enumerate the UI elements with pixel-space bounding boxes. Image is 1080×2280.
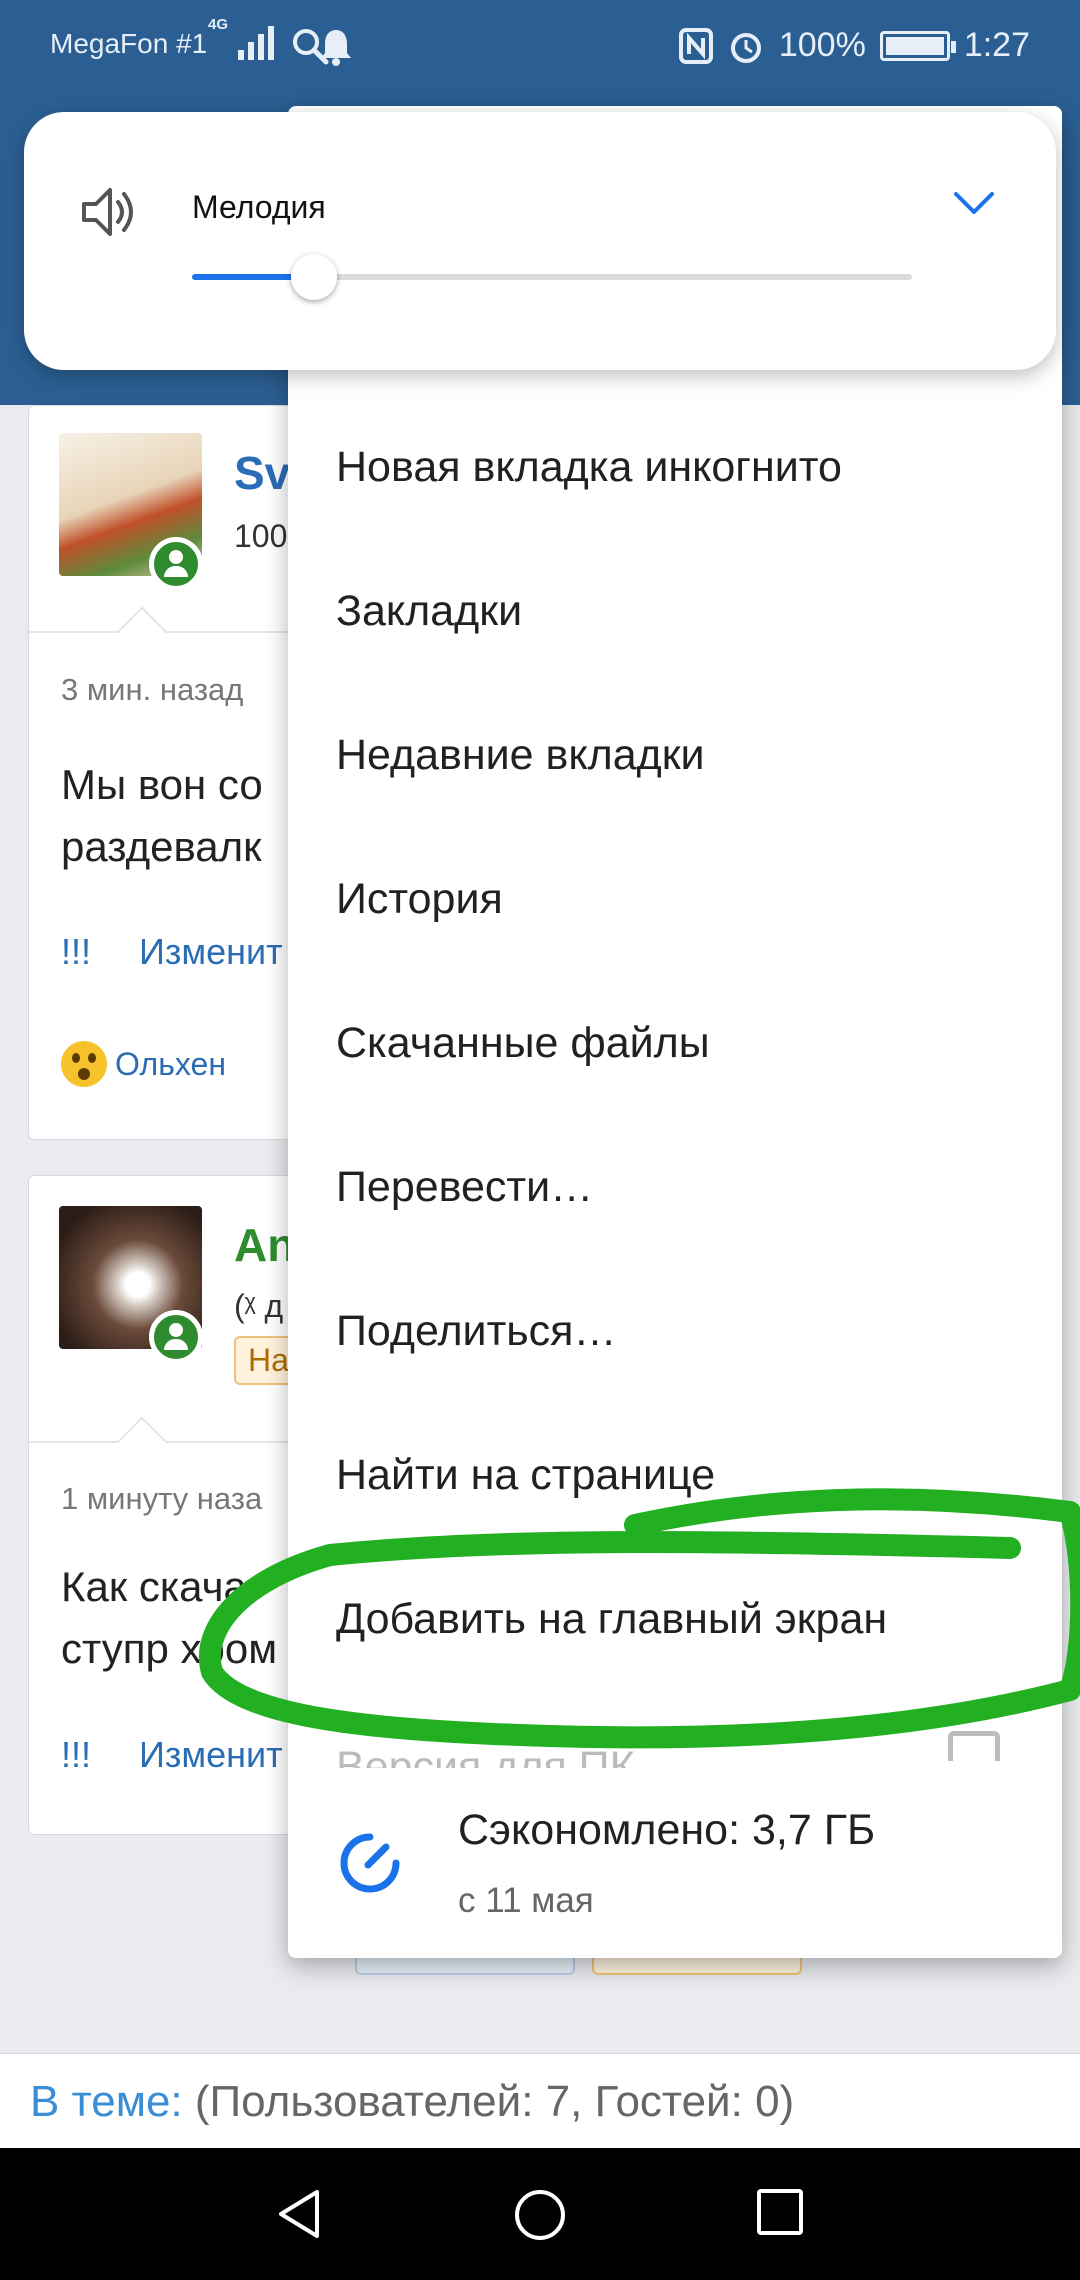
edit-link[interactable]: Изменит <box>139 931 283 972</box>
online-status-icon <box>149 1310 203 1364</box>
liker-name[interactable]: Ольхен <box>115 1046 226 1083</box>
status-bar: MegaFon #1 4G 100% 1:27 <box>0 0 1080 92</box>
nfc-icon <box>678 27 713 64</box>
data-saved-amount[interactable]: Сэкономлено: 3,7 ГБ <box>458 1806 875 1855</box>
notification-bell-icon <box>321 30 351 66</box>
home-button[interactable] <box>513 2188 567 2242</box>
battery-icon <box>879 30 956 61</box>
menu-item-share[interactable]: Поделиться… <box>336 1307 616 1356</box>
volume-slider[interactable] <box>192 254 912 300</box>
quote-link[interactable]: !!! <box>61 1734 91 1775</box>
menu-item-translate[interactable]: Перевести… <box>336 1163 593 1212</box>
desktop-site-checkbox[interactable] <box>948 1731 1000 1761</box>
author-name[interactable]: Sv <box>234 446 290 500</box>
system-navigation-bar <box>0 2148 1080 2280</box>
network-type: 4G <box>208 16 229 33</box>
volume-slider-fill <box>192 274 300 280</box>
recents-button[interactable] <box>756 2188 804 2236</box>
volume-panel: Мелодия <box>24 112 1056 370</box>
menu-item-desktop-site[interactable]: Версия для ПК <box>336 1738 635 1768</box>
speaker-icon[interactable] <box>76 180 140 244</box>
menu-item-add-to-home-screen[interactable]: Добавить на главный экран <box>336 1595 887 1644</box>
volume-slider-thumb[interactable] <box>291 254 337 300</box>
post-text: Как скача ступр хром <box>61 1563 278 1672</box>
post-time: 1 минуту наза <box>61 1481 263 1516</box>
signal-icon <box>238 24 274 60</box>
topic-viewers-label: В теме: <box>30 2077 183 2126</box>
battery-percent: 100% <box>778 26 866 64</box>
menu-item-history[interactable]: История <box>336 875 503 924</box>
surprised-emoji-icon <box>61 1041 107 1087</box>
author-subtitle: (ᵡ д <box>234 1288 284 1324</box>
status-right: 100% 1:27 <box>678 26 1030 65</box>
menu-item-recent-tabs[interactable]: Недавние вкладки <box>336 731 705 780</box>
online-status-icon <box>149 537 203 591</box>
volume-stream-label: Мелодия <box>192 189 326 225</box>
menu-item-downloads[interactable]: Скачанные файлы <box>336 1019 710 1068</box>
carrier-name: MegaFon #1 <box>50 28 208 59</box>
clock: 1:27 <box>963 26 1030 64</box>
menu-item-bookmarks[interactable]: Закладки <box>336 587 522 636</box>
alarm-icon <box>730 32 761 63</box>
data-saver-icon <box>340 1833 400 1893</box>
post-text: Мы вон со раздевалк <box>61 761 263 870</box>
chevron-down-icon[interactable] <box>950 182 998 222</box>
divider-notch <box>116 1416 168 1468</box>
topic-viewers: В теме: (Пользователей: 7, Гостей: 0) <box>0 2053 1080 2148</box>
divider-notch <box>116 606 168 658</box>
menu-item-find-in-page[interactable]: Найти на странице <box>336 1451 715 1500</box>
post-time: 3 мин. назад <box>61 672 244 707</box>
quote-link[interactable]: !!! <box>61 931 91 972</box>
topic-viewers-value: (Пользователей: 7, Гостей: 0) <box>194 2077 795 2126</box>
liked-by[interactable]: Ольхен <box>61 1041 226 1087</box>
back-button[interactable] <box>275 2188 325 2240</box>
browser-overflow-menu: Новая вкладка инкогнито Закладки Недавни… <box>288 106 1062 1958</box>
edit-link[interactable]: Изменит <box>139 1734 283 1775</box>
menu-item-incognito-tab[interactable]: Новая вкладка инкогнито <box>336 443 842 492</box>
author-name[interactable]: An <box>234 1218 295 1272</box>
data-saved-since: с 11 мая <box>458 1881 594 1920</box>
author-subtitle: 100 <box>234 518 288 554</box>
